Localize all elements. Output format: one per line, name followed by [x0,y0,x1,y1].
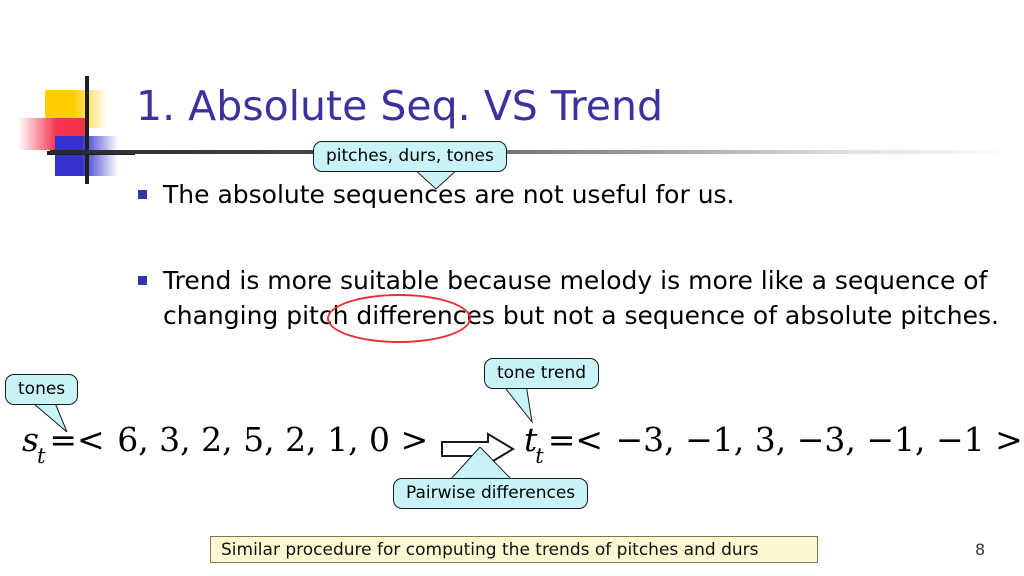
changing-highlight-ellipse [327,294,471,343]
callout-pitches-durs-tones: pitches, durs, tones [313,141,507,190]
title-divider-rule [50,150,1015,154]
bottom-note-text: Similar procedure for computing the tren… [221,539,759,560]
page-number: 8 [975,540,986,559]
callout-pairwise-differences: Pairwise differences [393,447,589,509]
callout-tail-down-right-icon [502,384,546,424]
bullet-item-1: The absolute sequences are not useful fo… [138,177,978,212]
formula-left-subscript: t [36,443,46,468]
bullet-item-2-text: Trend is more suitable because melody is… [163,266,999,330]
page-title: 1. Absolute Seq. VS Trend [136,82,664,130]
bullet-square-icon [138,276,147,285]
logo-vertical-line [85,76,89,184]
slide-logo-decoration [0,70,150,185]
bottom-note-box: Similar procedure for computing the tren… [210,536,818,563]
bullet-square-icon [138,190,147,199]
formula-right-values: −3, −1, 3, −3, −1, −1 [615,420,985,459]
formula-trend-sequence: tt =< −3, −1, 3, −3, −1, −1 > [524,420,1023,468]
callout-tone-trend-label: tone trend [484,358,600,389]
formula-right-relation: =< [547,420,604,459]
callout-tones: tones [5,374,79,433]
callout-pairwise-differences-label: Pairwise differences [393,478,589,509]
callout-tones-label: tones [5,374,79,405]
bullet-item-2: Trend is more suitable because melody is… [138,263,1008,333]
formula-right-subscript: t [535,443,544,468]
callout-pitches-durs-tones-label: pitches, durs, tones [313,141,507,172]
formula-left-values: 6, 3, 2, 5, 2, 1, 0 [117,420,391,459]
formula-absolute-sequence: st =< 6, 3, 2, 5, 2, 1, 0 > [22,420,429,468]
callout-tone-trend: tone trend [484,358,600,424]
formula-left-close: > [400,420,429,459]
callout-tail-up-icon [450,447,514,481]
formula-right-close: > [995,420,1023,459]
